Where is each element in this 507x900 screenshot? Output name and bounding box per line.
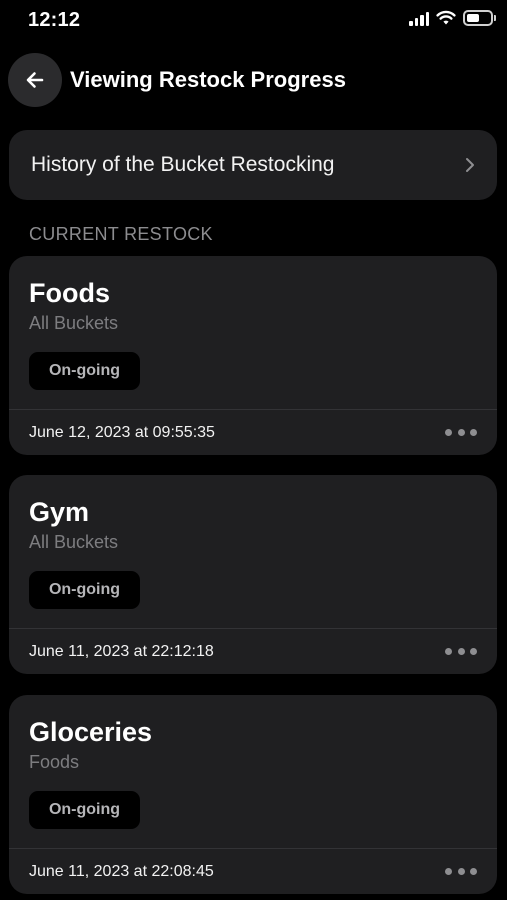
wifi-icon bbox=[436, 10, 456, 25]
restock-subtitle: All Buckets bbox=[29, 313, 119, 333]
more-options-button[interactable] bbox=[445, 424, 477, 440]
restock-subtitle: All Buckets bbox=[29, 532, 119, 552]
restock-title: Foods bbox=[29, 278, 110, 308]
restock-date: June 11, 2023 at 22:08:45 bbox=[29, 863, 214, 880]
status-badge: On-going bbox=[29, 352, 140, 390]
status-icons bbox=[409, 10, 496, 26]
status-badge: On-going bbox=[29, 571, 140, 609]
screen: 12:12 Viewing Restock Progress History o… bbox=[0, 0, 507, 900]
restock-title: Gym bbox=[29, 497, 90, 527]
card-divider bbox=[9, 848, 497, 849]
history-restocking-link[interactable]: History of the Bucket Restocking bbox=[9, 130, 497, 200]
arrow-left-icon bbox=[26, 72, 44, 88]
cellular-signal-icon bbox=[409, 10, 429, 26]
restock-date: June 12, 2023 at 09:55:35 bbox=[29, 424, 215, 441]
page-title: Viewing Restock Progress bbox=[70, 67, 346, 92]
card-divider bbox=[9, 409, 497, 410]
status-time: 12:12 bbox=[28, 9, 81, 31]
section-header: CURRENT RESTOCK bbox=[29, 224, 213, 244]
chevron-right-icon bbox=[466, 158, 474, 172]
history-label: History of the Bucket Restocking bbox=[31, 153, 335, 176]
restock-card[interactable]: Foods All Buckets On-going June 12, 2023… bbox=[9, 256, 497, 455]
back-button[interactable] bbox=[8, 53, 62, 107]
card-divider bbox=[9, 628, 497, 629]
restock-card[interactable]: Gym All Buckets On-going June 11, 2023 a… bbox=[9, 475, 497, 674]
battery-icon bbox=[463, 10, 496, 26]
more-options-button[interactable] bbox=[445, 863, 477, 879]
restock-subtitle: Foods bbox=[29, 752, 80, 772]
restock-title: Gloceries bbox=[29, 717, 153, 747]
restock-date: June 11, 2023 at 22:12:18 bbox=[29, 643, 214, 660]
status-badge: On-going bbox=[29, 791, 140, 829]
restock-card[interactable]: Gloceries Foods On-going June 11, 2023 a… bbox=[9, 695, 497, 894]
more-options-button[interactable] bbox=[445, 643, 477, 659]
status-bar: 12:12 bbox=[0, 0, 507, 44]
